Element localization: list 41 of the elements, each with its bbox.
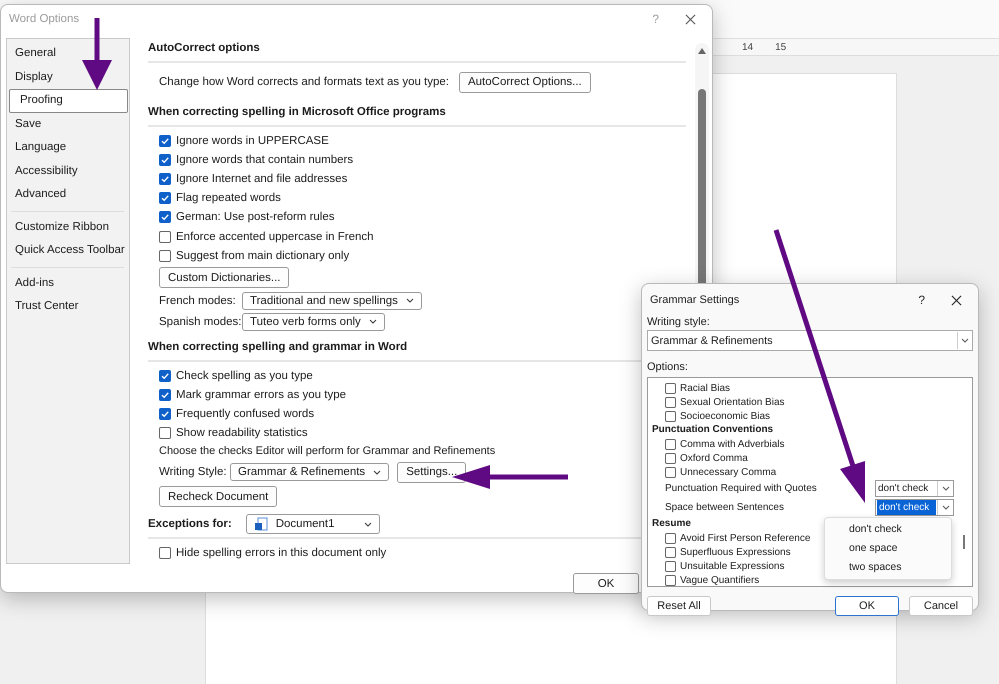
checkbox-label: Enforce accented uppercase in French bbox=[176, 230, 374, 243]
checkbox-label: Superfluous Expressions bbox=[680, 546, 791, 558]
checkbox-label: Ignore words that contain numbers bbox=[176, 154, 354, 166]
section-heading: When correcting spelling and grammar in Word bbox=[148, 341, 408, 354]
field-label: Writing Style: bbox=[159, 466, 228, 478]
instruction-text: Choose the checks Editor will perform for Grammar and Refinements bbox=[159, 444, 496, 460]
category-heading: Punctuation Conventions bbox=[652, 423, 774, 437]
section-heading: Exceptions for: bbox=[148, 518, 232, 530]
checkbox-label: Ignore Internet and file addresses bbox=[176, 172, 348, 185]
checkbox-label: Socioeconomic Bias bbox=[680, 410, 770, 422]
checkbox-label: Unsuitable Expressions bbox=[680, 560, 784, 572]
window-title: Word Options bbox=[9, 13, 80, 25]
checkbox-label: Mark grammar errors as you type bbox=[176, 389, 346, 402]
checkbox-label: Comma with Adverbials bbox=[680, 438, 784, 450]
checkbox-label: Oxford Comma bbox=[680, 452, 748, 464]
checkbox-label: Avoid First Person Reference bbox=[680, 532, 810, 544]
checkbox-label: Flag repeated words bbox=[176, 192, 281, 204]
checkbox-label: Ignore words in UPPERCASE bbox=[176, 134, 329, 147]
checkbox-label: Vague Quantifiers bbox=[680, 574, 760, 586]
field-label: Writing style: bbox=[647, 316, 711, 330]
option-label: Punctuation Required with Quotes bbox=[665, 483, 817, 494]
field-label: Options: bbox=[647, 361, 689, 375]
ruler-label: 14 bbox=[742, 42, 754, 52]
field-label: Spanish modes: bbox=[159, 316, 242, 328]
option-label: Change how Word corrects and formats text as you type: bbox=[159, 76, 449, 88]
checkbox-label: Check spelling as you type bbox=[176, 370, 313, 382]
section-heading: AutoCorrect options bbox=[148, 42, 260, 54]
checkbox-label: Sexual Orientation Bias bbox=[680, 396, 785, 408]
checkbox-label: Unnecessary Comma bbox=[680, 466, 776, 478]
section-heading: When correcting spelling in Microsoft Office programs bbox=[148, 106, 446, 118]
checkbox-label: Suggest from main dictionary only bbox=[176, 250, 350, 262]
checkbox-label: Show readability statistics bbox=[176, 427, 308, 440]
checkbox-label: Frequently confused words bbox=[176, 408, 314, 420]
ruler-label: 15 bbox=[775, 42, 786, 52]
checkbox-label: Hide spelling errors in this document only bbox=[176, 546, 386, 559]
checkbox-label: German: Use post-reform rules bbox=[176, 211, 334, 224]
option-label: Space between Sentences bbox=[665, 502, 784, 513]
field-label: French modes: bbox=[159, 294, 237, 307]
category-heading: Resume bbox=[652, 517, 691, 531]
window-title: Grammar Settings bbox=[650, 294, 740, 306]
checkbox-label: Racial Bias bbox=[680, 382, 730, 394]
